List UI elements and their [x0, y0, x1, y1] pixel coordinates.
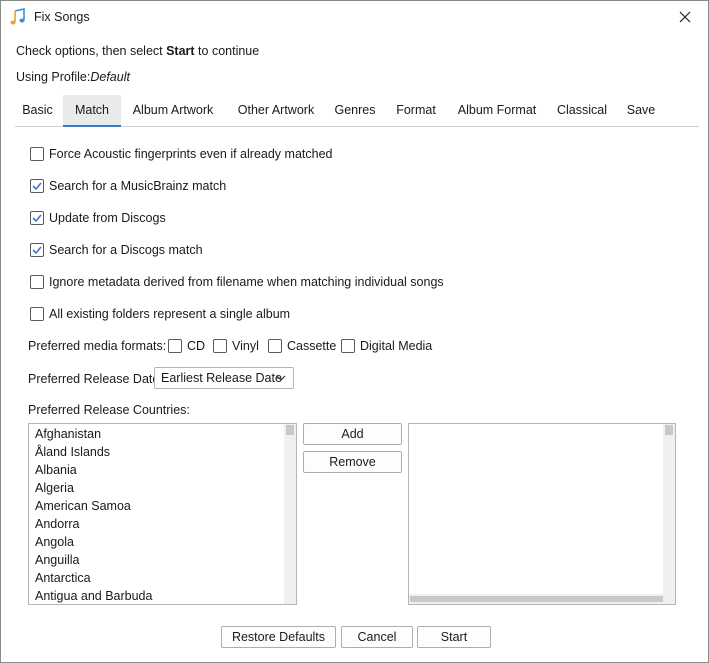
release-countries-label: Preferred Release Countries: [28, 403, 190, 417]
option-force-acoustic-fingerprints[interactable]: Force Acoustic fingerprints even if alre… [30, 145, 332, 163]
option-update-from-discogs[interactable]: Update from Discogs [30, 209, 166, 227]
checkbox[interactable] [341, 339, 355, 353]
cancel-button[interactable]: Cancel [341, 626, 413, 648]
list-item[interactable]: Anguilla [29, 551, 296, 569]
media-format-cd[interactable]: CD [168, 337, 205, 355]
list-item[interactable]: Åland Islands [29, 443, 296, 461]
option-label: Force Acoustic fingerprints even if alre… [49, 147, 333, 161]
scrollbar-thumb[interactable] [286, 425, 294, 435]
list-item[interactable]: Andorra [29, 515, 296, 533]
checkbox[interactable] [30, 211, 44, 225]
check-icon [32, 214, 42, 223]
media-format-label: Digital Media [360, 339, 433, 353]
checkbox[interactable] [30, 243, 44, 257]
close-button[interactable] [662, 1, 708, 33]
checkbox[interactable] [30, 275, 44, 289]
release-date-value: Earliest Release Date [161, 371, 282, 385]
option-search-discogs[interactable]: Search for a Discogs match [30, 241, 203, 259]
list-item[interactable]: Albania [29, 461, 296, 479]
option-search-musicbrainz[interactable]: Search for a MusicBrainz match [30, 177, 226, 195]
list-item[interactable]: Antigua and Barbuda [29, 587, 296, 604]
option-ignore-filename-metadata[interactable]: Ignore metadata derived from filename wh… [30, 273, 444, 291]
option-label: Search for a MusicBrainz match [49, 179, 227, 193]
media-formats-label: Preferred media formats: [28, 339, 167, 353]
countries-selected-list[interactable] [408, 423, 676, 605]
tab-other-artwork[interactable]: Other Artwork [232, 95, 320, 127]
start-button[interactable]: Start [417, 626, 491, 648]
restore-defaults-button[interactable]: Restore Defaults [221, 626, 336, 648]
media-format-label: CD [187, 339, 206, 353]
option-label: Search for a Discogs match [49, 243, 203, 257]
release-date-label: Preferred Release Date: [28, 372, 163, 386]
scrollbar-thumb[interactable] [665, 425, 673, 435]
add-button[interactable]: Add [303, 423, 402, 445]
vertical-scrollbar[interactable] [284, 424, 296, 604]
media-format-digital[interactable]: Digital Media [341, 337, 432, 355]
list-item[interactable]: American Samoa [29, 497, 296, 515]
tab-album-artwork[interactable]: Album Artwork [127, 95, 219, 127]
media-format-label: Cassette [287, 339, 337, 353]
tab-album-format[interactable]: Album Format [454, 95, 540, 127]
list-item[interactable]: Angola [29, 533, 296, 551]
release-date-select[interactable]: Earliest Release Date [154, 367, 294, 389]
option-label: Update from Discogs [49, 211, 166, 225]
chevron-down-icon [276, 375, 286, 381]
profile-line: Using Profile:Default [16, 70, 130, 84]
option-label: Ignore metadata derived from filename wh… [49, 275, 444, 289]
media-format-label: Vinyl [232, 339, 259, 353]
scrollbar-thumb[interactable] [410, 596, 663, 602]
checkbox[interactable] [30, 179, 44, 193]
check-icon [32, 182, 42, 191]
option-folders-single-album[interactable]: All existing folders represent a single … [30, 305, 290, 323]
close-icon [679, 11, 691, 23]
media-format-vinyl[interactable]: Vinyl [213, 337, 259, 355]
checkbox[interactable] [30, 307, 44, 321]
horizontal-scrollbar[interactable] [409, 594, 675, 604]
list-item[interactable]: Antarctica [29, 569, 296, 587]
checkbox[interactable] [213, 339, 227, 353]
tab-genres[interactable]: Genres [330, 95, 380, 127]
checkbox[interactable] [30, 147, 44, 161]
list-item[interactable]: Algeria [29, 479, 296, 497]
tab-bar: Basic Match Album Artwork Other Artwork … [15, 95, 699, 127]
vertical-scrollbar[interactable] [663, 424, 675, 604]
option-label: All existing folders represent a single … [49, 307, 291, 321]
checkbox[interactable] [168, 339, 182, 353]
music-note-icon [9, 8, 27, 26]
title-bar: Fix Songs [1, 1, 708, 33]
check-icon [32, 246, 42, 255]
window-title: Fix Songs [34, 10, 90, 24]
countries-available-list[interactable]: Afghanistan Åland Islands Albania Algeri… [28, 423, 297, 605]
list-item[interactable]: Afghanistan [29, 425, 296, 443]
tab-save[interactable]: Save [623, 95, 659, 127]
tab-basic[interactable]: Basic [15, 95, 60, 127]
instructions-text: Check options, then select Start to cont… [16, 44, 260, 58]
tab-format[interactable]: Format [391, 95, 441, 127]
remove-button[interactable]: Remove [303, 451, 402, 473]
checkbox[interactable] [268, 339, 282, 353]
tab-classical[interactable]: Classical [553, 95, 611, 127]
tab-match[interactable]: Match [63, 95, 121, 127]
fix-songs-dialog: Fix Songs Check options, then select Sta… [0, 0, 709, 663]
media-format-cassette[interactable]: Cassette [268, 337, 336, 355]
